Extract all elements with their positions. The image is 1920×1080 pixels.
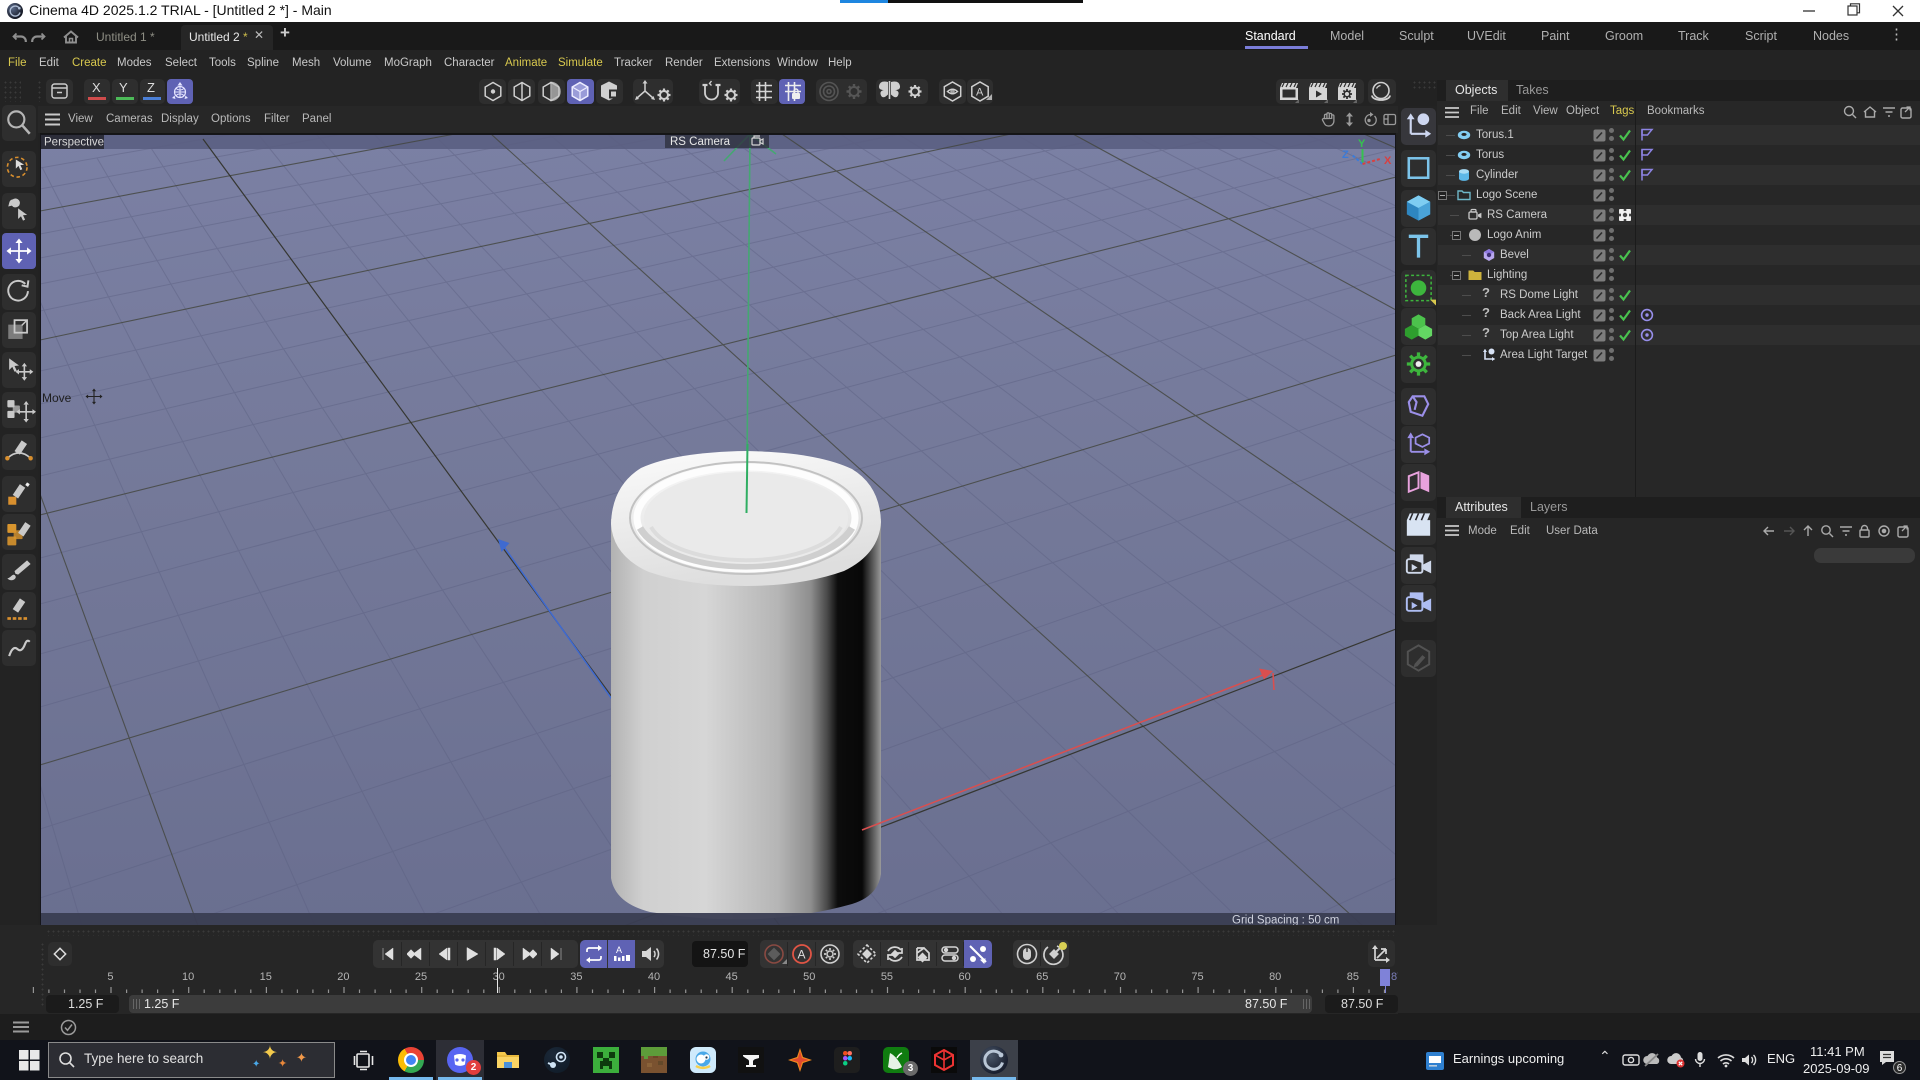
svg-text:Perspective: Perspective <box>44 137 104 149</box>
svg-text:X: X <box>1384 155 1392 167</box>
svg-text:Z: Z <box>1342 149 1349 161</box>
svg-text:RS Camera: RS Camera <box>670 136 731 148</box>
svg-text:A: A <box>616 945 622 955</box>
svg-text:Move: Move <box>42 391 72 405</box>
svg-text:A: A <box>976 87 984 99</box>
svg-text:Y: Y <box>1358 138 1366 150</box>
svg-text:A: A <box>798 948 806 962</box>
